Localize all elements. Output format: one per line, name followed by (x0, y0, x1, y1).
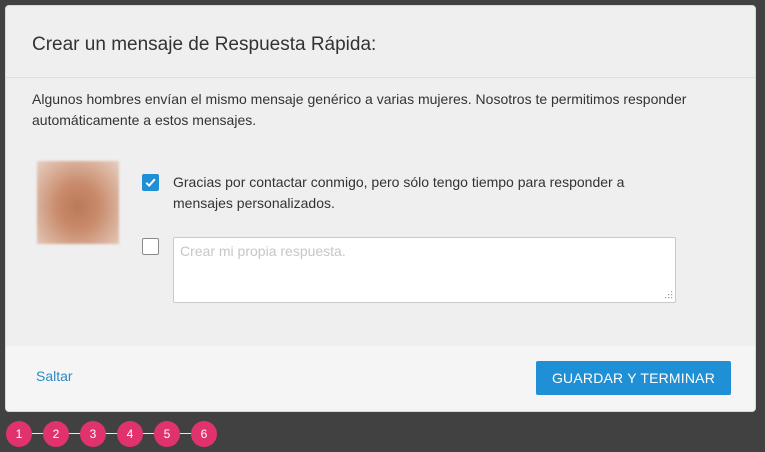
quick-reply-dialog: Crear un mensaje de Respuesta Rápida: Al… (5, 5, 756, 412)
dialog-description: Algunos hombres envían el mismo mensaje … (32, 91, 687, 128)
dialog-title: Crear un mensaje de Respuesta Rápida: (32, 34, 377, 55)
default-reply-label[interactable]: Gracias por contactar conmigo, pero sólo… (173, 172, 673, 214)
step-3[interactable]: 3 (80, 421, 106, 447)
skip-link[interactable]: Saltar (36, 368, 73, 384)
step-1[interactable]: 1 (6, 421, 32, 447)
avatar (37, 161, 119, 244)
custom-reply-textarea[interactable] (173, 237, 676, 303)
step-4[interactable]: 4 (117, 421, 143, 447)
default-reply-checkbox[interactable] (142, 174, 159, 191)
custom-reply-checkbox[interactable] (142, 238, 159, 255)
step-2[interactable]: 2 (43, 421, 69, 447)
dialog-footer: Saltar GUARDAR Y TERMINAR (6, 346, 755, 411)
divider (6, 77, 755, 78)
checkmark-icon (145, 178, 156, 188)
save-and-finish-button[interactable]: GUARDAR Y TERMINAR (536, 361, 731, 395)
step-6[interactable]: 6 (191, 421, 217, 447)
resize-grip-icon[interactable] (665, 291, 673, 299)
step-5[interactable]: 5 (154, 421, 180, 447)
